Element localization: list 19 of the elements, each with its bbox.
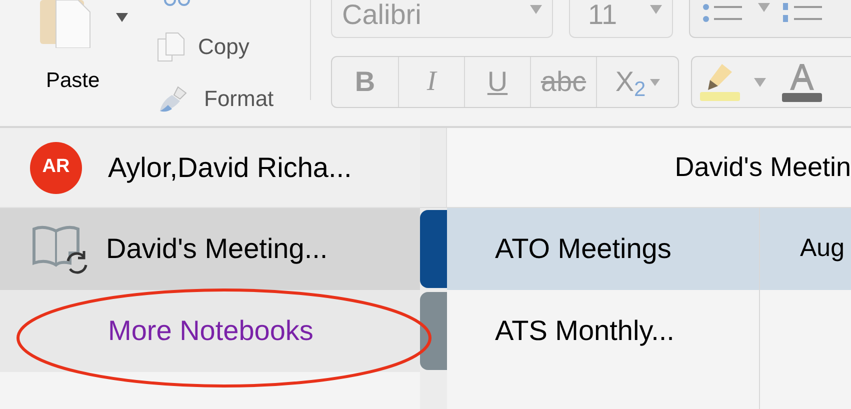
copy-button[interactable]: Copy xyxy=(156,30,250,63)
avatar: AR xyxy=(30,142,82,194)
caret-icon[interactable] xyxy=(116,13,128,22)
page-item[interactable]: Aug xyxy=(760,208,851,290)
notebook-title: David's Meetin xyxy=(674,151,851,184)
notebook-item[interactable]: David's Meeting... xyxy=(0,208,420,290)
format-painter-button[interactable]: Format xyxy=(156,82,274,115)
section-item[interactable]: ATS Monthly... xyxy=(447,290,759,372)
account-row[interactable]: AR Aylor,David Richa... xyxy=(0,128,420,208)
paste-button[interactable]: Paste xyxy=(46,66,100,95)
account-name: Aylor,David Richa... xyxy=(108,150,352,185)
notebook-sync-icon xyxy=(32,223,88,275)
copy-icon xyxy=(156,30,186,62)
highlighter-icon[interactable] xyxy=(698,62,740,102)
font-color-icon[interactable] xyxy=(780,62,824,102)
notebook-name: David's Meeting... xyxy=(106,232,328,266)
cut-icon[interactable] xyxy=(162,0,192,8)
section-tab[interactable] xyxy=(420,292,447,370)
section-item[interactable]: ATO Meetings xyxy=(447,208,759,290)
